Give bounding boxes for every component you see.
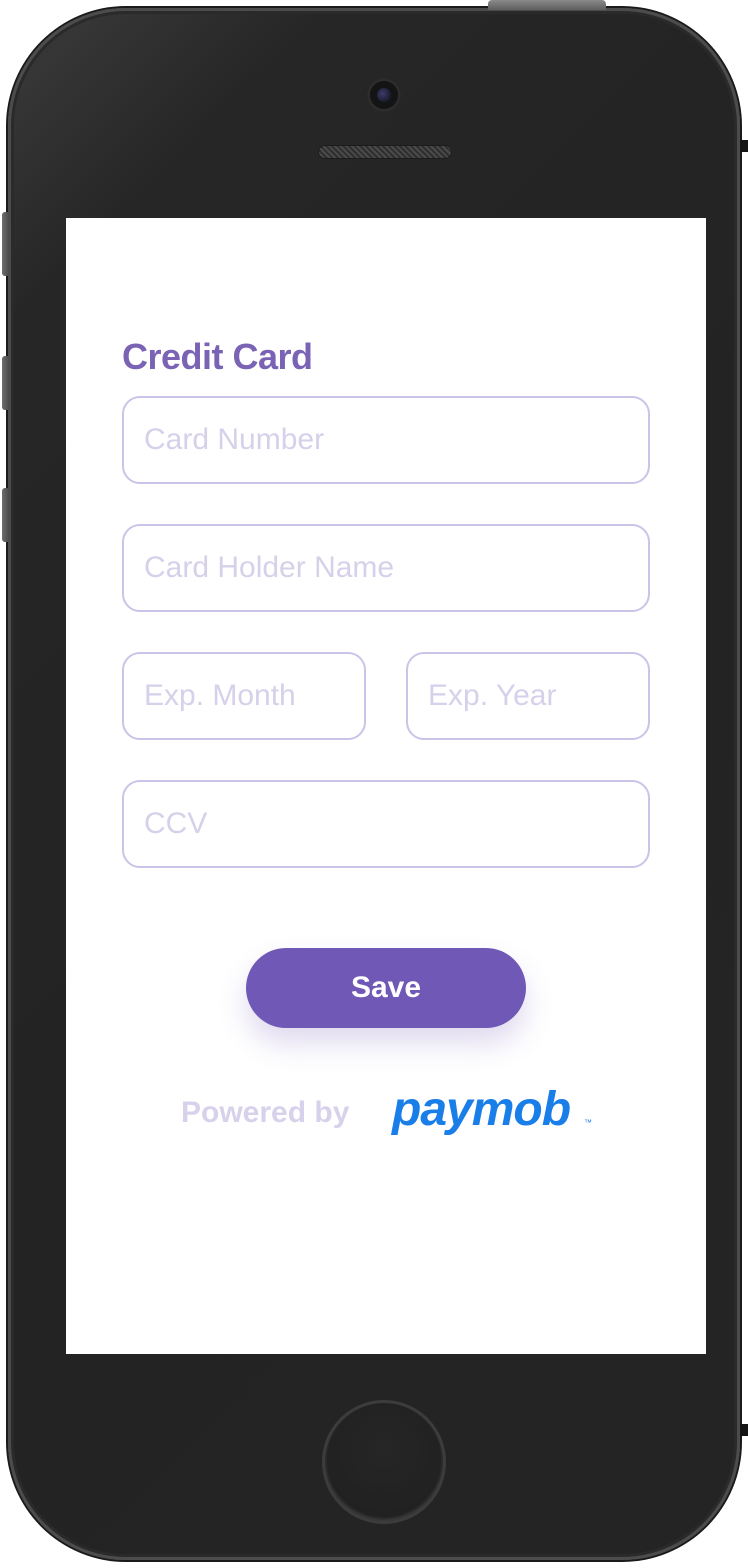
front-camera [367, 78, 401, 112]
home-button[interactable] [322, 1400, 446, 1524]
card-holder-name-input[interactable] [122, 524, 650, 612]
card-number-input[interactable] [122, 396, 650, 484]
power-button[interactable] [488, 0, 606, 10]
volume-up-button[interactable] [2, 356, 9, 410]
frame-band-top [740, 140, 748, 152]
ccv-input[interactable] [122, 780, 650, 868]
screen: Credit Card Save Powered by paymob ™ [66, 218, 706, 1354]
frame-band-bottom [740, 1424, 748, 1436]
exp-month-input[interactable] [122, 652, 366, 740]
powered-by-label: Powered by [181, 1096, 350, 1129]
save-button[interactable]: Save [246, 948, 526, 1028]
page-title: Credit Card [122, 336, 313, 377]
earpiece-speaker [318, 145, 452, 159]
phone-frame: Credit Card Save Powered by paymob ™ [8, 8, 740, 1560]
mute-switch[interactable] [2, 212, 9, 276]
paymob-logo: paymob [392, 1083, 571, 1136]
volume-down-button[interactable] [2, 488, 9, 542]
exp-year-input[interactable] [406, 652, 650, 740]
trademark-mark: ™ [584, 1118, 592, 1127]
